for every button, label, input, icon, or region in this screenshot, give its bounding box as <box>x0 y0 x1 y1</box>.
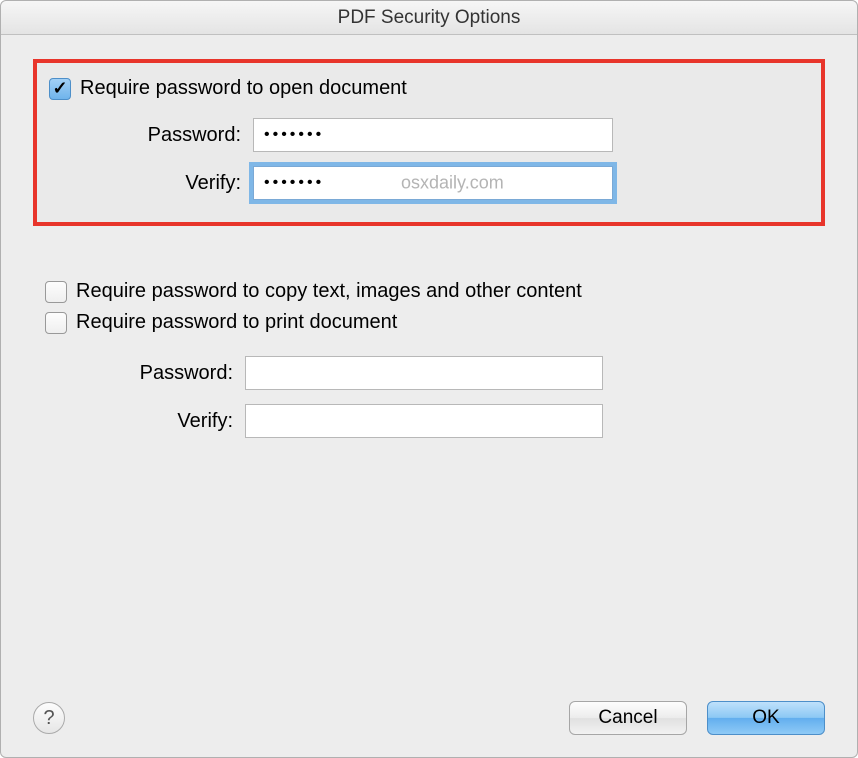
perm-password-label: Password: <box>45 362 245 385</box>
help-button[interactable]: ? <box>33 702 65 734</box>
perm-fields: Password: Verify: <box>45 356 809 438</box>
open-verify-wrap: osxdaily.com <box>253 166 613 200</box>
dialog-footer: ? Cancel OK <box>33 701 825 735</box>
require-open-password-label: Require password to open document <box>80 77 407 100</box>
pdf-security-dialog: PDF Security Options Require password to… <box>0 0 858 758</box>
require-open-password-checkbox[interactable] <box>49 78 71 100</box>
perm-verify-label: Verify: <box>45 410 245 433</box>
perm-verify-row: Verify: <box>45 404 809 438</box>
require-print-password-row: Require password to print document <box>45 311 809 334</box>
dialog-content: Require password to open document Passwo… <box>1 35 857 472</box>
require-copy-password-label: Require password to copy text, images an… <box>76 280 582 303</box>
require-print-password-label: Require password to print document <box>76 311 397 334</box>
open-password-section: Require password to open document Passwo… <box>33 59 825 226</box>
open-password-row: Password: <box>49 118 805 152</box>
permission-password-section: Require password to copy text, images an… <box>33 280 825 438</box>
require-print-password-checkbox[interactable] <box>45 312 67 334</box>
require-copy-password-row: Require password to copy text, images an… <box>45 280 809 303</box>
perm-verify-input[interactable] <box>245 404 603 438</box>
open-password-input[interactable] <box>253 118 613 152</box>
ok-button[interactable]: OK <box>707 701 825 735</box>
perm-password-input[interactable] <box>245 356 603 390</box>
dialog-title: PDF Security Options <box>338 7 521 29</box>
open-verify-row: Verify: osxdaily.com <box>49 166 805 200</box>
require-copy-password-checkbox[interactable] <box>45 281 67 303</box>
open-verify-input[interactable] <box>253 166 613 200</box>
perm-password-row: Password: <box>45 356 809 390</box>
title-bar: PDF Security Options <box>1 1 857 35</box>
open-password-label: Password: <box>49 124 253 147</box>
help-icon: ? <box>43 707 54 730</box>
cancel-button[interactable]: Cancel <box>569 701 687 735</box>
open-verify-label: Verify: <box>49 172 253 195</box>
button-group: Cancel OK <box>569 701 825 735</box>
require-open-password-row: Require password to open document <box>49 77 805 100</box>
